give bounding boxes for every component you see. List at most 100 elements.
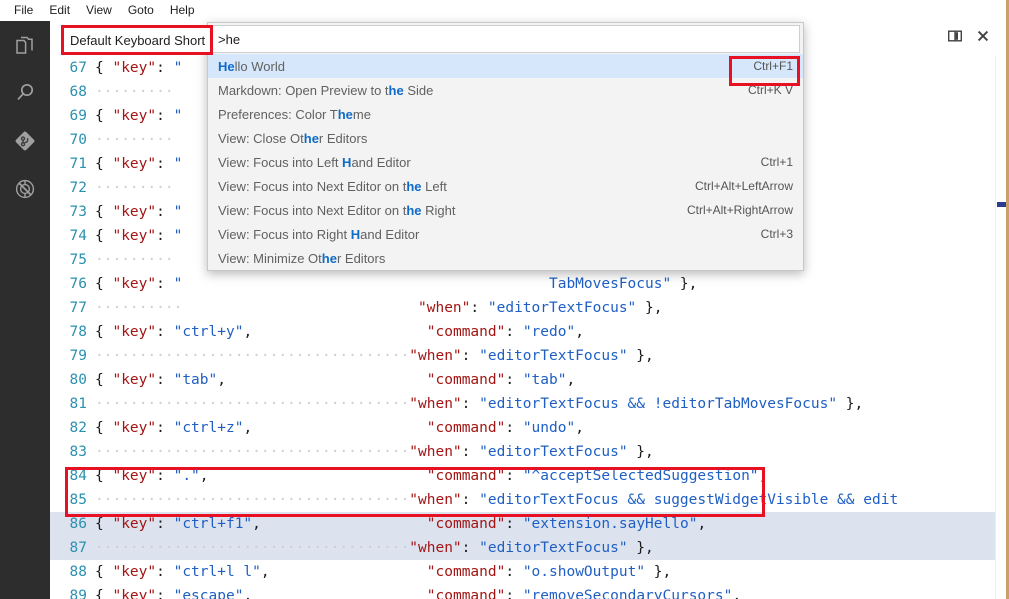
code-line[interactable]: 79····································"w…: [50, 344, 1009, 368]
command-palette-item[interactable]: View: Focus into Right Hand EditorCtrl+3: [208, 222, 803, 246]
code-token-ws: [252, 420, 427, 436]
line-number: 69: [50, 104, 95, 128]
code-line[interactable]: 81····································"w…: [50, 392, 1009, 416]
code-token-punc: ,: [200, 468, 209, 484]
code-token-punc: },: [628, 444, 654, 460]
code-token-punc: :: [462, 444, 479, 460]
code-line-text: ····································"whe…: [95, 344, 1009, 368]
code-token-ws: ·········: [95, 180, 174, 196]
code-token-punc: :: [505, 468, 522, 484]
code-token-punc: :: [156, 108, 173, 124]
command-palette-item[interactable]: Preferences: Color Theme: [208, 102, 803, 126]
command-palette-item[interactable]: View: Focus into Next Editor on the Left…: [208, 174, 803, 198]
code-token-key: "when": [409, 396, 461, 412]
command-palette-item-label: View: Focus into Next Editor on the Left: [218, 179, 681, 194]
line-number: 71: [50, 152, 95, 176]
command-palette-item[interactable]: Hello WorldCtrl+F1: [208, 54, 803, 78]
code-token-str: "undo": [523, 420, 575, 436]
command-palette-item[interactable]: View: Focus into Next Editor on the Righ…: [208, 198, 803, 222]
code-token-punc: :: [470, 300, 487, 316]
code-token-punc: {: [95, 228, 112, 244]
code-token-key: "key": [112, 372, 156, 388]
menu-item-file[interactable]: File: [6, 0, 41, 21]
command-palette-item-label: View: Focus into Left Hand Editor: [218, 155, 747, 170]
command-palette-item[interactable]: View: Minimize Other Editors: [208, 246, 803, 270]
code-token-punc: ,: [732, 588, 741, 599]
code-token-punc: },: [628, 348, 654, 364]
match-highlight: he: [389, 83, 404, 98]
code-token-key: "key": [112, 516, 156, 532]
code-line[interactable]: 76{ "key": " TabMovesFocus" },: [50, 272, 1009, 296]
command-palette-item-label: View: Focus into Next Editor on the Righ…: [218, 203, 673, 218]
code-token-ws: [270, 564, 427, 580]
code-token-punc: :: [505, 516, 522, 532]
code-token-punc: ,: [261, 564, 270, 580]
code-token-punc: },: [671, 276, 697, 292]
command-palette-input[interactable]: [218, 27, 793, 51]
line-number: 84: [50, 464, 95, 488]
code-token-punc: {: [95, 324, 112, 340]
code-token-str: ": [174, 156, 183, 172]
code-token-key: "key": [112, 228, 156, 244]
menu-item-edit[interactable]: Edit: [41, 0, 78, 21]
menu-bar: File Edit View Goto Help: [0, 0, 1009, 21]
split-editor-button[interactable]: [941, 25, 969, 53]
match-highlight: he: [322, 251, 337, 266]
code-line-text: { "key": "escape", "command": "removeSec…: [95, 584, 1009, 599]
explorer-icon: [13, 33, 37, 57]
code-token-ws: ·····················: [95, 348, 278, 364]
menu-item-help[interactable]: Help: [162, 0, 203, 21]
code-line[interactable]: 77·········· "when": "editorTextFocus" }…: [50, 296, 1009, 320]
code-line[interactable]: 89{ "key": "escape", "command": "removeS…: [50, 584, 1009, 599]
code-token-punc: ,: [243, 324, 252, 340]
code-line[interactable]: 80{ "key": "tab", "command": "tab",: [50, 368, 1009, 392]
line-number: 87: [50, 536, 95, 560]
command-palette-inputbox[interactable]: [211, 25, 800, 53]
code-line[interactable]: 82{ "key": "ctrl+z", "command": "undo",: [50, 416, 1009, 440]
code-token-punc: :: [156, 276, 173, 292]
sidebar-item-source-control[interactable]: [0, 117, 50, 165]
command-palette-item-label: Hello World: [218, 59, 739, 74]
sidebar-item-debug[interactable]: [0, 165, 50, 213]
code-line[interactable]: 84{ "key": ".", "command": "^acceptSelec…: [50, 464, 1009, 488]
code-token-str: "ctrl+l l": [174, 564, 261, 580]
code-line[interactable]: 83····································"w…: [50, 440, 1009, 464]
code-token-key: "key": [112, 564, 156, 580]
code-token-ws: ···············: [278, 540, 409, 556]
code-line[interactable]: 87····································"w…: [50, 536, 1009, 560]
menu-item-view[interactable]: View: [78, 0, 120, 21]
code-line[interactable]: 78{ "key": "ctrl+y", "command": "redo",: [50, 320, 1009, 344]
command-palette-item[interactable]: View: Focus into Left Hand EditorCtrl+1: [208, 150, 803, 174]
command-palette-item-label: Preferences: Color Theme: [218, 107, 779, 122]
code-token-punc: },: [837, 396, 863, 412]
line-number: 79: [50, 344, 95, 368]
code-token-str: "ctrl+z": [174, 420, 244, 436]
close-editor-button[interactable]: [969, 25, 997, 53]
line-number: 78: [50, 320, 95, 344]
code-token-punc: {: [95, 516, 112, 532]
code-token-key: "when": [409, 348, 461, 364]
command-palette-item[interactable]: Markdown: Open Preview to the SideCtrl+K…: [208, 78, 803, 102]
code-token-str: "tab": [174, 372, 218, 388]
code-token-punc: ,: [759, 468, 768, 484]
match-highlight: He: [218, 59, 235, 74]
command-palette-item[interactable]: View: Close Other Editors: [208, 126, 803, 150]
code-token-key: "key": [112, 108, 156, 124]
code-line-text: ····································"whe…: [95, 392, 1009, 416]
code-line[interactable]: 85····································"w…: [50, 488, 1009, 512]
code-token-key: "command": [427, 468, 506, 484]
code-line-text: ·········· "when": "editorTextFocus" },: [95, 296, 1009, 320]
code-token-punc: :: [156, 564, 173, 580]
code-line[interactable]: 86{ "key": "ctrl+f1", "command": "extens…: [50, 512, 1009, 536]
code-token-ws: ···············: [278, 492, 409, 508]
code-token-punc: :: [462, 540, 479, 556]
line-number: 70: [50, 128, 95, 152]
code-token-punc: :: [156, 60, 173, 76]
sidebar-item-search[interactable]: [0, 69, 50, 117]
code-line[interactable]: 88{ "key": "ctrl+l l", "command": "o.sho…: [50, 560, 1009, 584]
sidebar-item-explorer[interactable]: [0, 21, 50, 69]
menu-item-goto[interactable]: Goto: [120, 0, 162, 21]
code-line-text: ····································"whe…: [95, 440, 1009, 464]
code-line-text: { "key": " TabMovesFocus" },: [95, 272, 1009, 296]
code-token-punc: },: [628, 540, 654, 556]
